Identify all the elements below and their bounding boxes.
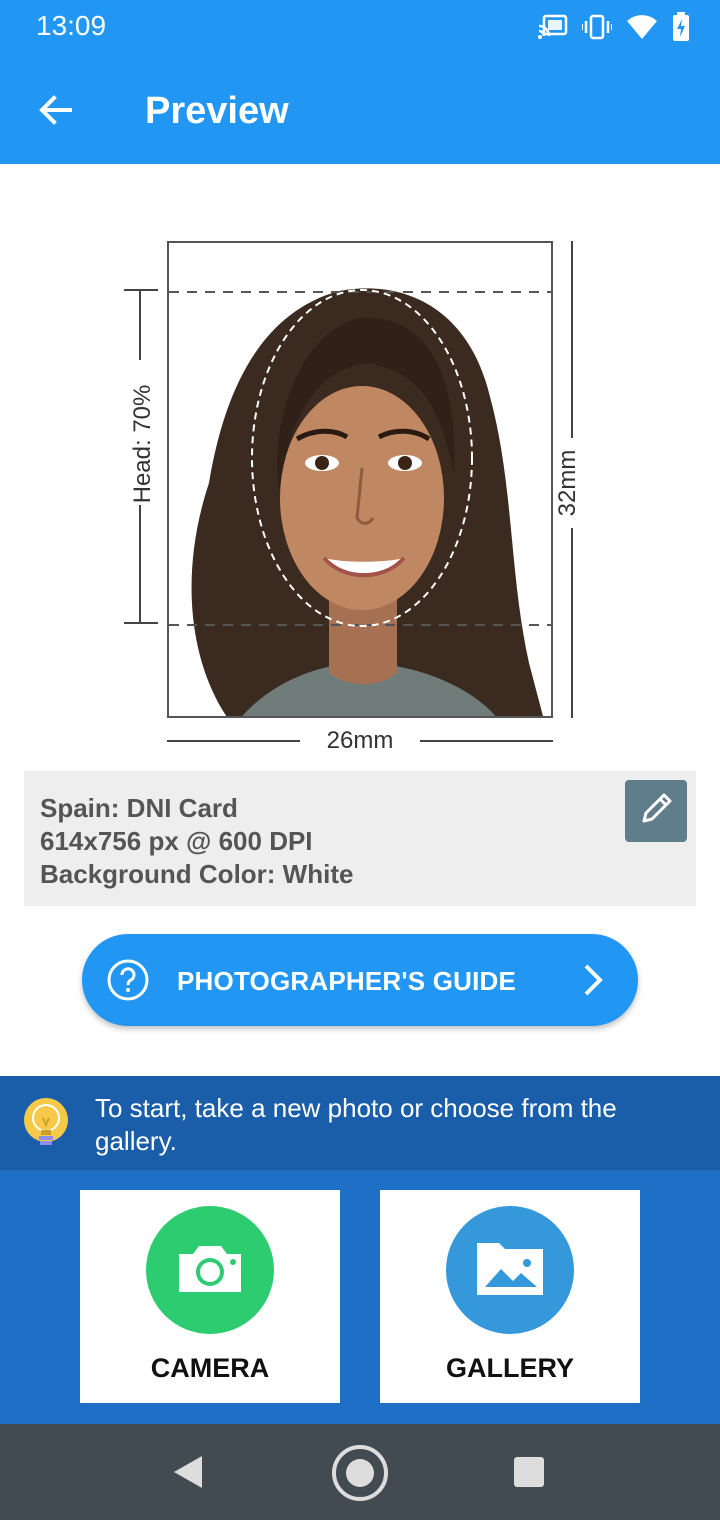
lightbulb-icon <box>22 1098 70 1155</box>
nav-recents-icon[interactable] <box>513 1456 545 1493</box>
document-dimensions: 614x756 px @ 600 DPI <box>40 826 313 856</box>
photographers-guide-button[interactable]: PHOTOGRAPHER'S GUIDE <box>82 934 638 1026</box>
camera-button[interactable]: CAMERA <box>80 1190 340 1403</box>
nav-home-icon[interactable] <box>331 1444 389 1507</box>
system-nav-bar <box>0 1424 720 1520</box>
width-label: 26mm <box>300 727 420 755</box>
portrait-illustration <box>169 243 551 716</box>
tip-banner: To start, take a new photo or choose fro… <box>0 1076 720 1170</box>
help-circle-icon <box>106 958 150 1007</box>
gallery-button[interactable]: GALLERY <box>380 1190 640 1403</box>
tip-text: To start, take a new photo or choose fro… <box>95 1093 617 1156</box>
camera-icon <box>175 1240 245 1301</box>
height-label: 32mm <box>554 449 581 517</box>
bottom-panel: To start, take a new photo or choose fro… <box>0 1076 720 1424</box>
nav-back-icon[interactable] <box>172 1454 204 1495</box>
camera-circle <box>146 1206 274 1334</box>
chevron-right-icon <box>578 960 608 1005</box>
guide-label: PHOTOGRAPHER'S GUIDE <box>177 966 517 996</box>
document-background: Background Color: White <box>40 859 354 889</box>
gallery-circle <box>446 1206 574 1334</box>
gallery-folder-icon <box>475 1237 545 1304</box>
pencil-icon <box>636 789 676 834</box>
document-country-type: Spain: DNI Card <box>40 793 238 823</box>
gallery-label: GALLERY <box>446 1353 574 1383</box>
portrait-photo <box>167 241 553 718</box>
camera-label: CAMERA <box>150 1353 270 1383</box>
head-percentage-label: Head: 70% <box>129 384 156 504</box>
document-info-card: Spain: DNI Card 614x756 px @ 600 DPI Bac… <box>24 771 696 906</box>
edit-button[interactable] <box>625 780 687 842</box>
